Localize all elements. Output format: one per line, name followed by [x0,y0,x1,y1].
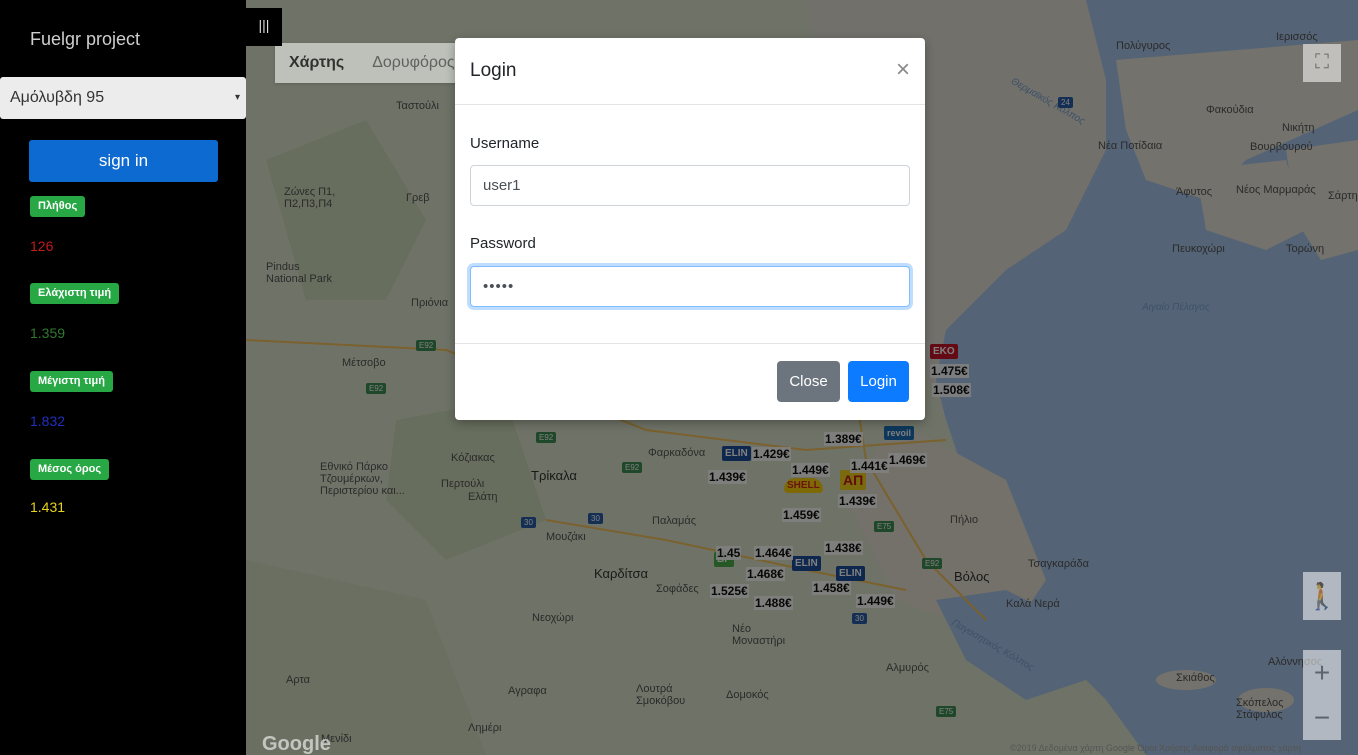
stat-avg-value: 1.431 [30,499,66,515]
modal-footer: Close Login [455,343,925,420]
map-type-control: Χάρτης Δορυφόρος [275,43,469,83]
google-logo: Google [262,733,331,755]
modal-title: Login [470,60,517,81]
chevron-down-icon: ▾ [234,92,240,103]
fullscreen-icon[interactable]: ⛶ [1303,44,1341,82]
password-label: Password [470,235,536,252]
stat-max-value: 1.832 [30,413,66,429]
stat-count-badge: Πλήθος [30,196,86,217]
close-icon[interactable]: × [896,56,910,84]
stat-min-value: 1.359 [30,325,66,341]
modal-header: Login × [455,38,925,105]
map-type-satellite-button[interactable]: Δορυφόρος [358,43,468,83]
app-root: Πολύγυρος Ιερισσός Φακούδια Νικήτη Βουρβ… [0,0,1358,755]
fuel-type-value: Αμόλυβδη 95 [10,89,105,106]
zoom-control: + − [1303,650,1341,740]
sign-in-button[interactable]: sign in [29,140,218,182]
zoom-in-button[interactable]: + [1303,650,1341,695]
username-input[interactable]: user1 [470,165,910,206]
stat-max-badge: Μέγιστη τιμή [30,371,113,392]
zoom-out-button[interactable]: − [1303,695,1341,740]
stat-count-value: 126 [30,238,54,254]
stat-avg-badge: Μέσος όρος [30,459,110,480]
login-button[interactable]: Login [848,361,909,402]
pegman-icon[interactable]: 🚶 [1303,572,1341,620]
google-logo-text: Google [262,733,331,755]
username-label: Username [470,135,540,152]
map-attribution[interactable]: ©2019 Δεδομένα χάρτη Google Όροι Χρήσης … [1010,743,1301,753]
sidebar-toggle-icon[interactable]: ||| [246,8,282,46]
map-type-map-button[interactable]: Χάρτης [275,43,358,83]
login-modal: Login × Username user1 Password ••••• Cl… [455,38,925,420]
app-title: Fuelgr project [30,29,141,49]
password-input[interactable]: ••••• [470,266,910,307]
sidebar: Fuelgr project Αμόλυβδη 95 ▾ sign in Πλή… [0,0,246,755]
fuel-type-select[interactable]: Αμόλυβδη 95 ▾ [0,77,246,119]
close-button[interactable]: Close [777,361,840,402]
stat-min-badge: Ελάχιστη τιμή [30,283,120,304]
